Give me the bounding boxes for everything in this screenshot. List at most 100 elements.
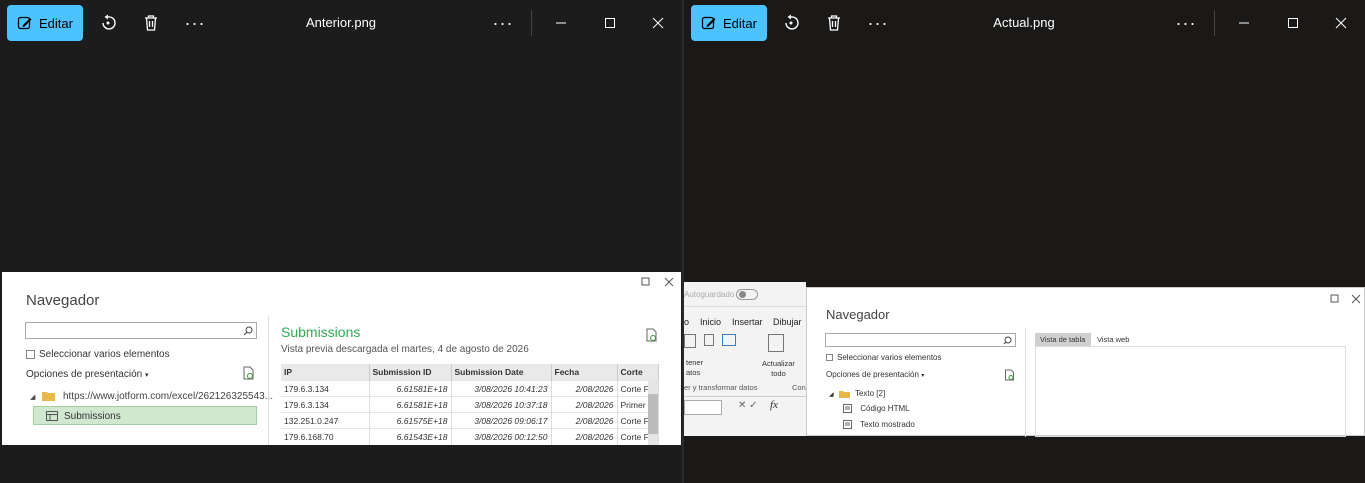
export-icon[interactable] xyxy=(645,328,658,347)
separator xyxy=(1214,10,1215,36)
document-icon xyxy=(843,404,852,414)
select-multiple-checkbox[interactable]: Seleccionar varios elementos xyxy=(826,353,942,362)
edit-icon xyxy=(17,16,32,30)
select-multiple-checkbox[interactable]: Seleccionar varios elementos xyxy=(26,349,170,360)
document-icon xyxy=(843,420,852,430)
divider xyxy=(684,396,806,397)
preview-title: Submissions xyxy=(281,324,361,340)
rotate-icon[interactable] xyxy=(779,11,803,35)
edit-button[interactable]: Editar xyxy=(7,5,83,41)
ribbon-tab[interactable]: Insertar xyxy=(732,317,763,327)
source-tree-item[interactable]: ◢ https://www.jotform.com/excel/26212632… xyxy=(30,391,273,402)
edit-button[interactable]: Editar xyxy=(691,5,767,41)
source-url: https://www.jotform.com/excel/2621263255… xyxy=(62,391,274,402)
cell: 6.61581E+18 xyxy=(369,396,452,413)
tab-web-view[interactable]: Vista web xyxy=(1097,335,1129,344)
refresh-preview-icon[interactable] xyxy=(1004,368,1015,386)
edit-label: Editar xyxy=(39,15,73,31)
table-row: 179.6.3.134 6.61581E+18 3/08/2026 10:37:18… xyxy=(281,396,659,413)
preview-pane xyxy=(1035,346,1346,437)
scrollbar-thumb[interactable] xyxy=(648,394,658,434)
column-header[interactable]: Fecha xyxy=(551,364,618,381)
delete-icon[interactable] xyxy=(139,11,163,35)
photo-viewer-window-right: Editar ··· Actual.png ··· Autoguardado o… xyxy=(684,0,1365,483)
scrollbar[interactable] xyxy=(648,380,658,445)
column-header[interactable]: Submission Date xyxy=(451,364,552,381)
cell: 2/08/2026 xyxy=(551,396,618,413)
display-options-dropdown[interactable]: Opciones de presentación ▾ xyxy=(826,370,924,379)
autosave-toggle[interactable] xyxy=(736,289,758,300)
folder-label: Texto [2] xyxy=(854,389,886,398)
select-multiple-label: Seleccionar varios elementos xyxy=(837,353,942,362)
delete-icon[interactable] xyxy=(822,11,846,35)
tab-table-view[interactable]: Vista de tabla xyxy=(1035,333,1091,346)
ribbon-group-label-2: Con xyxy=(792,383,806,392)
tree-folder-texto[interactable]: ◢ Texto [2] xyxy=(829,389,885,398)
rotate-icon[interactable] xyxy=(96,11,120,35)
ribbon-group-label: er y transformar datos xyxy=(684,383,758,392)
get-data-icon[interactable] xyxy=(684,334,696,348)
cell: 6.61543E+18 xyxy=(369,428,452,445)
fx-icon[interactable]: fx xyxy=(770,399,778,411)
tree-item-texto-mostrado[interactable]: Texto mostrado xyxy=(843,420,915,430)
from-table-icon[interactable] xyxy=(722,334,736,346)
more-options-icon[interactable]: ··· xyxy=(183,11,207,35)
folder-icon xyxy=(42,392,56,402)
ribbon-tab[interactable]: Dibujar xyxy=(773,317,802,327)
cell: 2/08/2026 xyxy=(551,380,618,397)
select-multiple-label: Seleccionar varios elementos xyxy=(39,349,170,360)
preview-table: IP Submission ID Submission Date Fecha C… xyxy=(281,364,659,445)
column-header[interactable]: Submission ID xyxy=(369,364,452,381)
close-icon[interactable] xyxy=(1329,11,1353,35)
ribbon-tab[interactable]: Inicio xyxy=(700,317,721,327)
more-options-icon[interactable]: ··· xyxy=(866,11,890,35)
search-input[interactable] xyxy=(25,322,257,339)
close-icon[interactable] xyxy=(646,11,670,35)
display-options-dropdown[interactable]: Opciones de presentación ▾ xyxy=(26,369,148,380)
name-box[interactable] xyxy=(684,400,722,415)
cell: 6.61581E+18 xyxy=(369,380,452,397)
dialog-maximize-icon[interactable] xyxy=(641,274,651,292)
table-header-row: IP Submission ID Submission Date Fecha C… xyxy=(281,364,659,381)
refresh-preview-icon[interactable] xyxy=(242,366,255,385)
cell: 132.251.0.247 xyxy=(281,412,370,429)
column-header[interactable]: Corte xyxy=(617,364,659,381)
minimize-icon[interactable] xyxy=(549,11,573,35)
dialog-close-icon[interactable] xyxy=(1351,291,1361,309)
table-row: 132.251.0.247 6.61575E+18 3/08/2026 09:06:… xyxy=(281,412,659,429)
display-options-label: Opciones de presentación xyxy=(826,370,919,379)
tree-item-submissions[interactable]: Submissions xyxy=(33,406,257,425)
table-row: 179.6.168.70 6.61543E+18 3/08/2026 00:12:5… xyxy=(281,428,659,445)
cell: 2/08/2026 xyxy=(551,428,618,445)
maximize-icon[interactable] xyxy=(1281,11,1305,35)
column-header[interactable]: IP xyxy=(281,364,370,381)
minimize-icon[interactable] xyxy=(1232,11,1256,35)
search-input[interactable] xyxy=(825,333,1016,347)
get-data-label[interactable]: tener atos xyxy=(686,358,703,378)
formula-cancel-confirm-icons[interactable]: ✕ ✓ xyxy=(738,400,758,411)
ribbon-tab[interactable]: o xyxy=(684,317,689,327)
cell: 179.6.3.134 xyxy=(281,396,370,413)
pane-divider xyxy=(1025,328,1026,437)
maximize-icon[interactable] xyxy=(598,11,622,35)
cell: 2/08/2026 xyxy=(551,412,618,429)
edit-icon xyxy=(701,16,716,30)
dialog-maximize-icon[interactable] xyxy=(1330,291,1340,309)
cell: 179.6.168.70 xyxy=(281,428,370,445)
cell: 3/08/2026 10:41:23 xyxy=(451,380,552,397)
refresh-all-icon[interactable] xyxy=(768,334,784,352)
file-title: Actual.png xyxy=(993,15,1055,30)
navigator-title: Navegador xyxy=(26,292,100,309)
preview-subtitle: Vista previa descargada el martes, 4 de … xyxy=(281,344,529,355)
tree-item-codigo-html[interactable]: Código HTML xyxy=(843,404,910,414)
from-text-icon[interactable] xyxy=(704,334,714,346)
dialog-close-icon[interactable] xyxy=(664,274,674,292)
refresh-all-label[interactable]: Actualizar todo xyxy=(762,359,795,379)
titlebar: Editar ··· Anterior.png ··· xyxy=(0,0,682,46)
more-options-icon-2[interactable]: ··· xyxy=(1174,11,1198,35)
display-options-label: Opciones de presentación xyxy=(26,369,143,380)
cell: 3/08/2026 00:12:50 xyxy=(451,428,552,445)
checkbox-icon xyxy=(26,349,35,359)
more-options-icon-2[interactable]: ··· xyxy=(491,11,515,35)
titlebar: Editar ··· Actual.png ··· xyxy=(684,0,1365,46)
